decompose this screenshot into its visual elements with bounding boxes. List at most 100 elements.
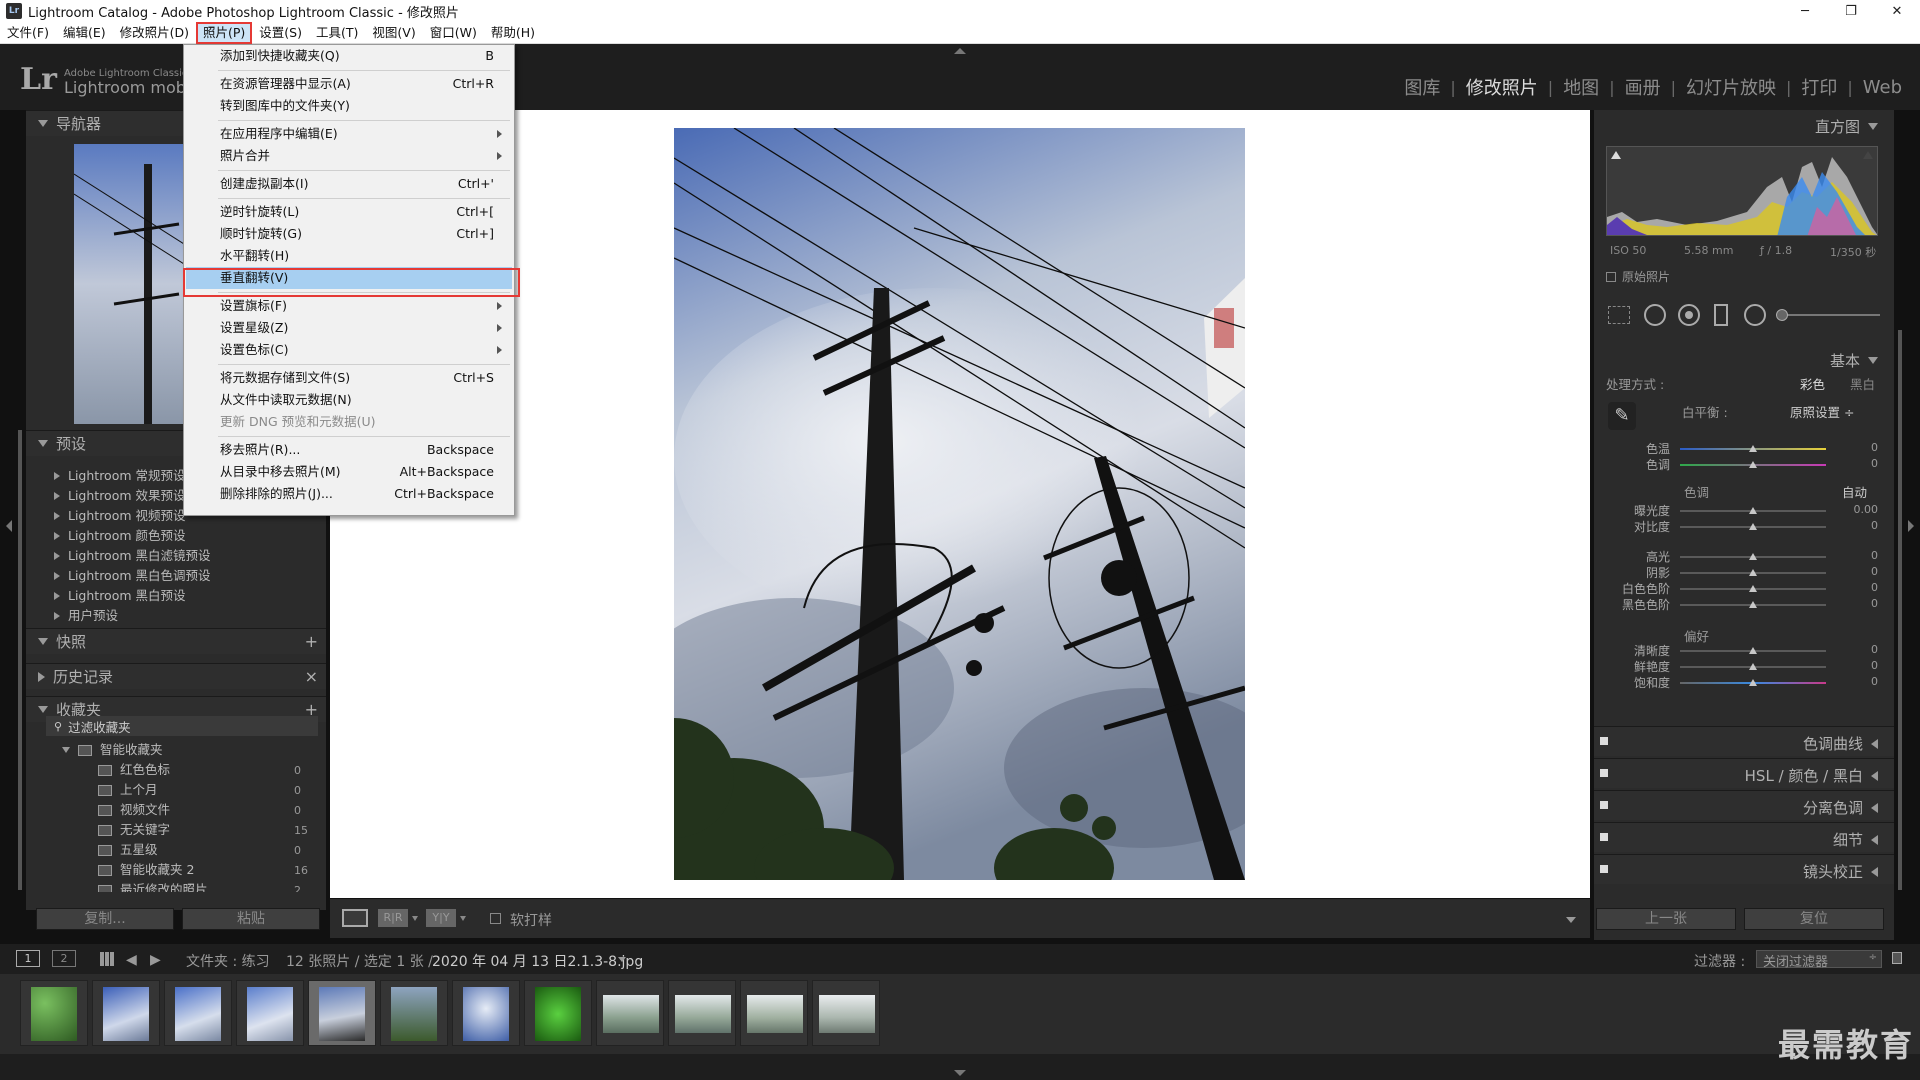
right-panel-scrollbar[interactable] bbox=[1898, 330, 1902, 890]
filmstrip-thumbnail[interactable] bbox=[740, 980, 808, 1046]
swap-dropdown-icon[interactable] bbox=[460, 916, 466, 921]
module-map[interactable]: 地图 bbox=[1553, 74, 1609, 100]
menu-remove-from-catalog[interactable]: 从目录中移去照片(M) Alt+Backspace bbox=[186, 461, 512, 483]
forward-arrow-icon[interactable]: ▶ bbox=[150, 952, 161, 968]
preset-group[interactable]: Lightroom 效果预设 bbox=[54, 486, 186, 506]
module-print[interactable]: 打印 bbox=[1791, 74, 1847, 100]
slider-value[interactable]: 0 bbox=[1871, 643, 1878, 656]
preset-group[interactable]: Lightroom 常规预设 bbox=[54, 466, 186, 486]
menu-create-virtual-copy[interactable]: 创建虚拟副本(I) Ctrl+' bbox=[186, 173, 512, 195]
copy-settings-button[interactable]: 复制... bbox=[36, 908, 174, 930]
crop-tool-icon[interactable] bbox=[1608, 306, 1630, 324]
preset-group[interactable]: 用户预设 bbox=[54, 606, 118, 626]
filter-select[interactable]: 关闭过滤器 ÷ bbox=[1756, 950, 1882, 970]
module-book[interactable]: 画册 bbox=[1615, 74, 1671, 100]
panel-toggle-icon[interactable] bbox=[1600, 865, 1608, 873]
eyedropper-icon[interactable]: ✎ bbox=[1608, 402, 1636, 430]
filmstrip-thumbnail[interactable] bbox=[524, 980, 592, 1046]
menu-rotate-left[interactable]: 逆时针旋转(L) Ctrl+[ bbox=[186, 201, 512, 223]
collection-item[interactable]: 红色色标 bbox=[98, 760, 170, 780]
treatment-color-option[interactable]: 彩色 bbox=[1800, 374, 1825, 393]
slider-thumb[interactable] bbox=[1749, 647, 1757, 654]
top-panel-toggle-icon[interactable] bbox=[954, 48, 966, 54]
panel-toggle-icon[interactable] bbox=[1600, 801, 1608, 809]
menu-set-flag[interactable]: 设置旗标(F) bbox=[186, 295, 512, 317]
folder-path[interactable]: 文件夹 : 练习 bbox=[186, 951, 270, 971]
original-photo-checkbox[interactable] bbox=[1606, 272, 1616, 282]
filmstrip-thumbnail[interactable] bbox=[812, 980, 880, 1046]
left-panel-toggle-icon[interactable] bbox=[6, 520, 12, 532]
panel-toggle-icon[interactable] bbox=[1600, 737, 1608, 745]
tone-auto-button[interactable]: 自动 bbox=[1842, 482, 1867, 501]
slider-value[interactable]: 0 bbox=[1871, 565, 1878, 578]
left-panel-scrollbar[interactable] bbox=[18, 430, 22, 890]
menu-tools[interactable]: 工具(T) bbox=[309, 22, 365, 44]
filmstrip-thumbnail-selected[interactable] bbox=[308, 980, 376, 1046]
minimize-button[interactable]: ─ bbox=[1782, 0, 1828, 22]
basic-header[interactable]: 基本 bbox=[1830, 350, 1878, 371]
collection-item[interactable]: 最近修改的照片 bbox=[98, 880, 208, 892]
filename-dropdown-icon[interactable] bbox=[618, 957, 626, 962]
collection-item[interactable]: 视频文件 bbox=[98, 800, 170, 820]
menu-help[interactable]: 帮助(H) bbox=[484, 22, 542, 44]
hsl-section[interactable]: HSL / 颜色 / 黑白 bbox=[1594, 758, 1894, 788]
menu-window[interactable]: 窗口(W) bbox=[423, 22, 484, 44]
graduated-filter-icon[interactable] bbox=[1714, 304, 1728, 326]
lens-corrections-section[interactable]: 镜头校正 bbox=[1594, 854, 1894, 884]
menu-add-quick-collection[interactable]: 添加到快捷收藏夹(Q) B bbox=[186, 45, 512, 67]
menu-file[interactable]: 文件(F) bbox=[0, 22, 56, 44]
highlight-clipping-icon[interactable] bbox=[1863, 151, 1873, 159]
tone-curve-section[interactable]: 色调曲线 bbox=[1594, 726, 1894, 756]
menu-delete-rejected[interactable]: 删除排除的照片(J)... Ctrl+Backspace bbox=[186, 483, 512, 505]
spot-removal-icon[interactable] bbox=[1644, 304, 1666, 326]
split-toning-section[interactable]: 分离色调 bbox=[1594, 790, 1894, 820]
histogram-header[interactable]: 直方图 bbox=[1815, 116, 1878, 137]
slider-value[interactable]: 0 bbox=[1871, 581, 1878, 594]
filmstrip-thumbnail[interactable] bbox=[20, 980, 88, 1046]
module-library[interactable]: 图库 bbox=[1394, 74, 1450, 100]
menu-read-metadata[interactable]: 从文件中读取元数据(N) bbox=[186, 389, 512, 411]
slider-value[interactable]: 0 bbox=[1871, 597, 1878, 610]
menu-remove-photo[interactable]: 移去照片(R)... Backspace bbox=[186, 439, 512, 461]
primary-window-button[interactable]: 1 bbox=[16, 950, 40, 967]
slider-value[interactable]: 0 bbox=[1871, 549, 1878, 562]
right-panel-toggle-icon[interactable] bbox=[1908, 520, 1914, 532]
menu-set-color-label[interactable]: 设置色标(C) bbox=[186, 339, 512, 361]
slider-value[interactable]: 0 bbox=[1871, 519, 1878, 532]
white-balance-select[interactable]: 原照设置 ÷ bbox=[1790, 402, 1854, 421]
collection-item[interactable]: 无关键字 bbox=[98, 820, 170, 840]
slider-value[interactable]: 0 bbox=[1871, 675, 1878, 688]
preset-group[interactable]: Lightroom 黑白预设 bbox=[54, 586, 186, 606]
filter-collections-field[interactable]: ⚲ 过滤收藏夹 bbox=[46, 716, 318, 736]
paste-settings-button[interactable]: 粘贴 bbox=[182, 908, 320, 930]
filmstrip-thumbnail[interactable] bbox=[452, 980, 520, 1046]
histogram-display[interactable] bbox=[1606, 146, 1878, 236]
history-header[interactable]: 历史记录 × bbox=[26, 663, 326, 689]
module-web[interactable]: Web bbox=[1853, 77, 1912, 98]
slider-thumb[interactable] bbox=[1749, 445, 1757, 452]
slider-thumb[interactable] bbox=[1749, 553, 1757, 560]
identity-plate[interactable]: Adobe Lightroom Classic Lightroom mobi bbox=[64, 67, 190, 96]
before-after-swap-icon[interactable]: Y|Y bbox=[426, 909, 456, 927]
red-eye-icon[interactable] bbox=[1678, 304, 1700, 326]
reset-button[interactable]: 复位 bbox=[1744, 908, 1884, 930]
detail-section[interactable]: 细节 bbox=[1594, 822, 1894, 852]
menu-rotate-right[interactable]: 顺时针旋转(G) Ctrl+] bbox=[186, 223, 512, 245]
slider-value[interactable]: 0 bbox=[1871, 659, 1878, 672]
slider-thumb[interactable] bbox=[1749, 663, 1757, 670]
current-filename[interactable]: 2020 年 04 月 13 日2.1.3-8.jpg bbox=[432, 951, 643, 971]
slider-thumb[interactable] bbox=[1749, 569, 1757, 576]
radial-filter-icon[interactable] bbox=[1744, 304, 1766, 326]
previous-button[interactable]: 上一张 bbox=[1596, 908, 1736, 930]
add-snapshot-button[interactable]: + bbox=[305, 632, 318, 651]
collection-item[interactable]: 五星级 bbox=[98, 840, 158, 860]
menu-edit-in[interactable]: 在应用程序中编辑(E) bbox=[186, 123, 512, 145]
filmstrip-thumbnail[interactable] bbox=[92, 980, 160, 1046]
slider-value[interactable]: 0 bbox=[1871, 441, 1878, 454]
slider-thumb[interactable] bbox=[1749, 461, 1757, 468]
preset-group[interactable]: Lightroom 黑白色调预设 bbox=[54, 566, 211, 586]
filmstrip-toggle-icon[interactable] bbox=[954, 1070, 966, 1076]
panel-toggle-icon[interactable] bbox=[1600, 769, 1608, 777]
soft-proof-checkbox[interactable] bbox=[490, 913, 501, 924]
slider-value[interactable]: 0 bbox=[1871, 457, 1878, 470]
